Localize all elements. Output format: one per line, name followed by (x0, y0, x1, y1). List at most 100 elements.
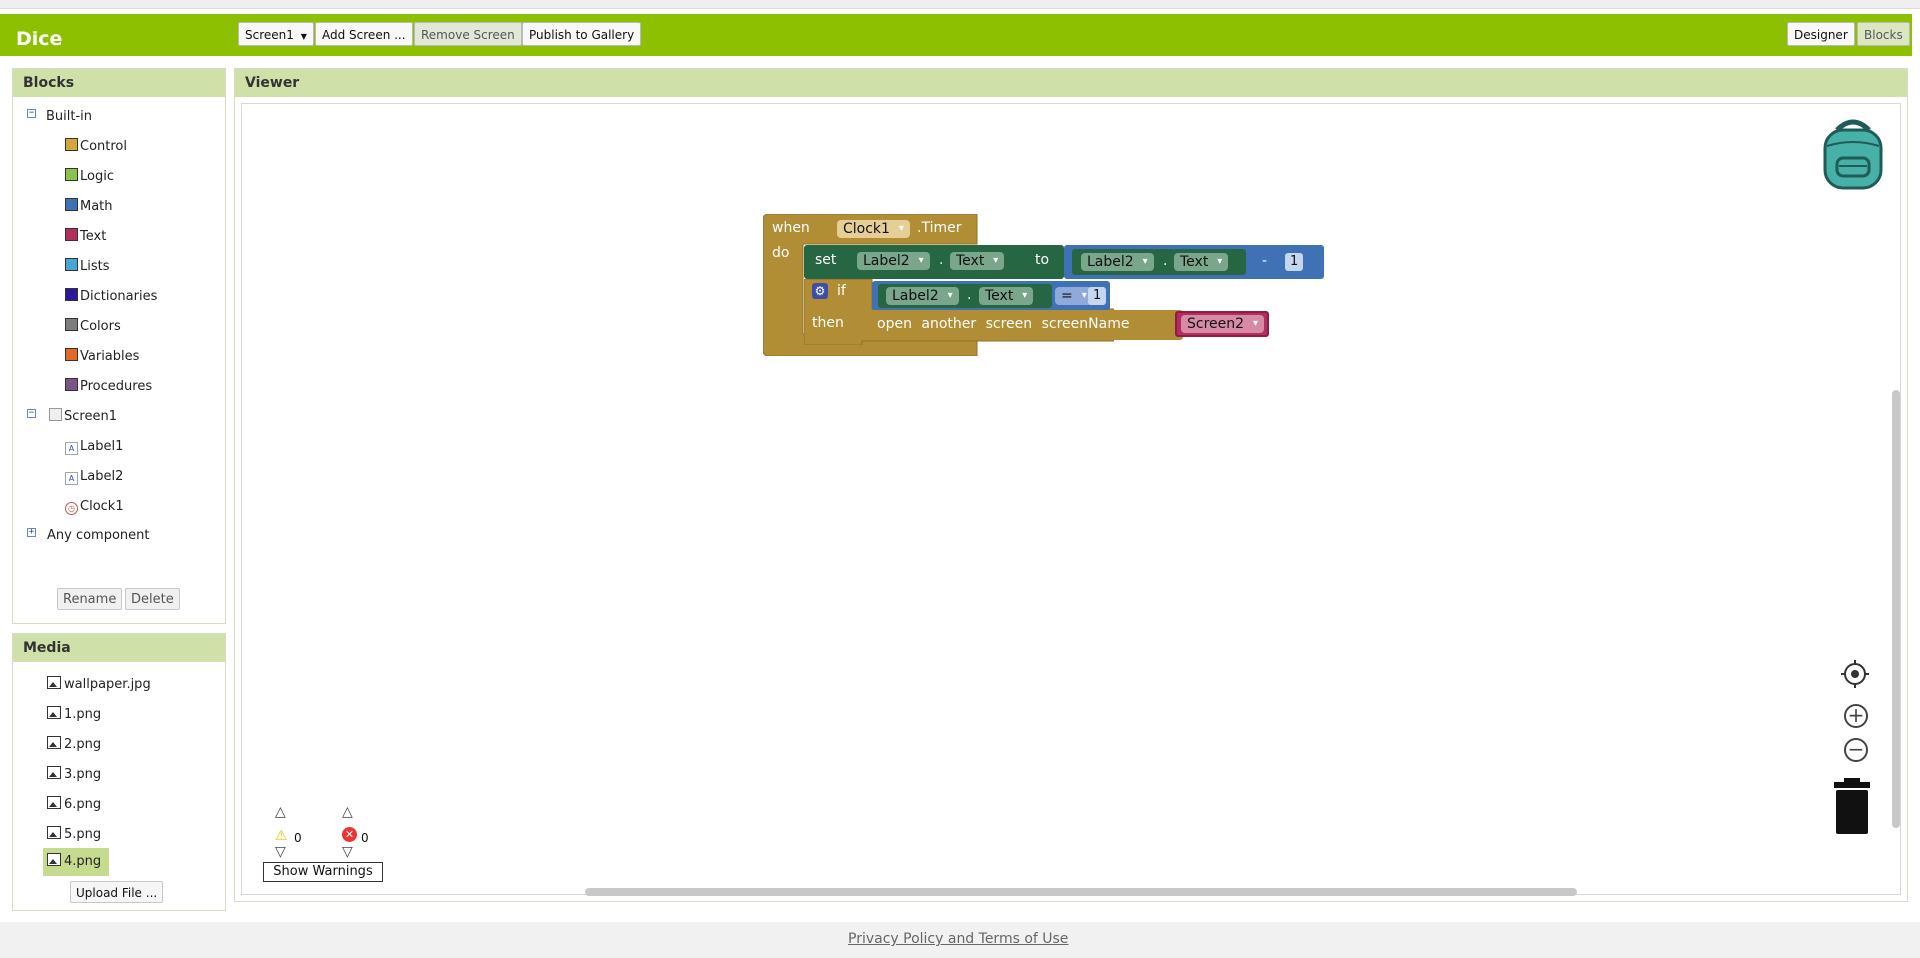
tree-item-logic[interactable]: Logic (65, 167, 114, 187)
tree-item-label2[interactable]: A Label2 (65, 467, 123, 487)
label-icon: A (65, 442, 78, 455)
tree-item-label: Lists (80, 259, 110, 274)
number-one-input[interactable]: 1 (1088, 287, 1107, 305)
tree-item-control[interactable]: Control (65, 137, 127, 157)
publish-gallery-button[interactable]: Publish to Gallery (522, 22, 642, 46)
minus-operator: - (1262, 253, 1268, 269)
tree-item-label: Procedures (80, 379, 153, 394)
if-keyword: if (837, 283, 846, 299)
backpack-icon[interactable] (1817, 116, 1889, 192)
arrow-up-icon[interactable]: △ (275, 804, 286, 820)
arrow-down-icon[interactable]: ▽ (275, 844, 286, 860)
media-item-label: 2.png (64, 737, 102, 752)
tree-item-math[interactable]: Math (65, 197, 113, 217)
gear-icon[interactable]: ⚙ (812, 283, 828, 299)
open-keyword: open another screen screenName (877, 316, 1129, 332)
upload-file-button[interactable]: Upload File ... (70, 881, 164, 903)
set-property-dropdown[interactable]: Text (950, 252, 1005, 270)
image-icon (47, 853, 61, 866)
timer-event-label: .Timer (917, 220, 962, 236)
tree-item-dictionaries[interactable]: Dictionaries (65, 287, 157, 307)
tree-item-label: Math (80, 199, 113, 214)
error-icon: ✕ (342, 827, 357, 842)
tree-item-label: Label1 (80, 439, 124, 454)
set-block-shape (804, 245, 1064, 279)
compare-property-dropdown[interactable]: Text (979, 287, 1034, 305)
to-keyword: to (1035, 252, 1050, 268)
tree-item-lists[interactable]: Lists (65, 257, 110, 277)
do-keyword: do (772, 245, 790, 261)
zoom-out-icon[interactable]: − (1844, 738, 1868, 762)
media-item-label: 3.png (64, 767, 102, 782)
trash-icon[interactable] (1832, 778, 1872, 836)
tree-item-procedures[interactable]: Procedures (65, 377, 152, 397)
tree-any-component[interactable]: Any component (47, 526, 150, 546)
media-item[interactable]: 1.png (47, 705, 101, 725)
expand-icon[interactable]: + (27, 528, 36, 537)
image-icon (47, 706, 61, 719)
browser-top-strip (0, 0, 1920, 9)
blocks-panel-title: Blocks (13, 69, 225, 97)
errors-count: 0 (361, 831, 369, 845)
clock-icon: ◷ (65, 502, 78, 515)
tree-item-label: Variables (80, 349, 140, 364)
screen-name-dropdown[interactable]: Screen2 (1181, 315, 1265, 333)
blocks-workspace[interactable]: when Clock1 .Timer do set Label2 . Text … (241, 103, 1901, 896)
add-screen-button[interactable]: Add Screen ... (315, 22, 413, 46)
media-item-selected[interactable]: 4.png (43, 848, 109, 876)
colors-swatch-icon (65, 318, 78, 331)
viewer-panel: Viewer when Clock1 .Timer do set Label2 … (234, 68, 1908, 902)
when-keyword: when (772, 220, 810, 236)
tree-item-label: Clock1 (80, 499, 124, 514)
getter-property-label: Text (1180, 254, 1209, 270)
tree-item-colors[interactable]: Colors (65, 317, 121, 337)
number-one-input[interactable]: 1 (1285, 253, 1304, 271)
media-item[interactable]: 2.png (47, 735, 101, 755)
media-item[interactable]: 5.png (47, 825, 101, 845)
recenter-icon[interactable] (1840, 659, 1870, 689)
compare-component-dropdown[interactable]: Label2 (886, 287, 959, 305)
variables-swatch-icon (65, 348, 78, 361)
blocks-button[interactable]: Blocks (1857, 22, 1910, 46)
clock-component-dropdown[interactable]: Clock1 (837, 220, 910, 238)
collapse-icon[interactable]: − (27, 409, 36, 418)
arrow-down-icon[interactable]: ▽ (342, 844, 353, 860)
media-item[interactable]: wallpaper.jpg (47, 675, 151, 695)
show-warnings-button[interactable]: Show Warnings (263, 862, 383, 882)
zoom-in-icon[interactable]: + (1844, 704, 1868, 728)
clock-component-label: Clock1 (843, 221, 890, 237)
tree-item-label: Colors (80, 319, 121, 334)
set-component-dropdown[interactable]: Label2 (857, 252, 930, 270)
media-item[interactable]: 3.png (47, 765, 101, 785)
getter-component-dropdown[interactable]: Label2 (1081, 253, 1154, 271)
media-item-label: 1.png (64, 707, 102, 722)
remove-screen-button[interactable]: Remove Screen (414, 22, 522, 46)
media-item[interactable]: 6.png (47, 795, 101, 815)
tree-screen1[interactable]: Screen1 (49, 407, 117, 427)
designer-button[interactable]: Designer (1787, 22, 1855, 46)
tree-item-label: Text (80, 229, 107, 244)
media-panel: Media wallpaper.jpg 1.png 2.png 3.png 6.… (12, 633, 226, 911)
dot-separator: . (967, 287, 972, 303)
collapse-icon[interactable]: − (27, 109, 36, 118)
getter-property-dropdown[interactable]: Text (1174, 253, 1229, 271)
logic-swatch-icon (65, 168, 78, 181)
label-icon: A (65, 472, 78, 485)
tree-item-variables[interactable]: Variables (65, 347, 139, 367)
tree-item-label: Label2 (80, 469, 124, 484)
arrow-up-icon[interactable]: △ (342, 804, 353, 820)
privacy-policy-link[interactable]: Privacy Policy and Terms of Use (848, 931, 1068, 947)
tree-item-label1[interactable]: A Label1 (65, 437, 123, 457)
screen-select[interactable]: Screen1 ▼ (238, 22, 314, 46)
rename-button[interactable]: Rename (57, 588, 123, 610)
tree-item-clock1[interactable]: ◷ Clock1 (65, 497, 124, 517)
media-item-label: 5.png (64, 827, 102, 842)
delete-button[interactable]: Delete (125, 588, 180, 610)
set-keyword: set (815, 252, 837, 268)
tree-item-text[interactable]: Text (65, 227, 106, 247)
horizontal-scrollbar[interactable] (585, 888, 1577, 896)
blocks-panel: Blocks − Built-in Control Logic Math Tex… (12, 68, 226, 624)
vertical-scrollbar[interactable] (1892, 390, 1900, 828)
equals-operator-label: = (1061, 288, 1073, 304)
tree-builtin[interactable]: Built-in (46, 107, 92, 127)
